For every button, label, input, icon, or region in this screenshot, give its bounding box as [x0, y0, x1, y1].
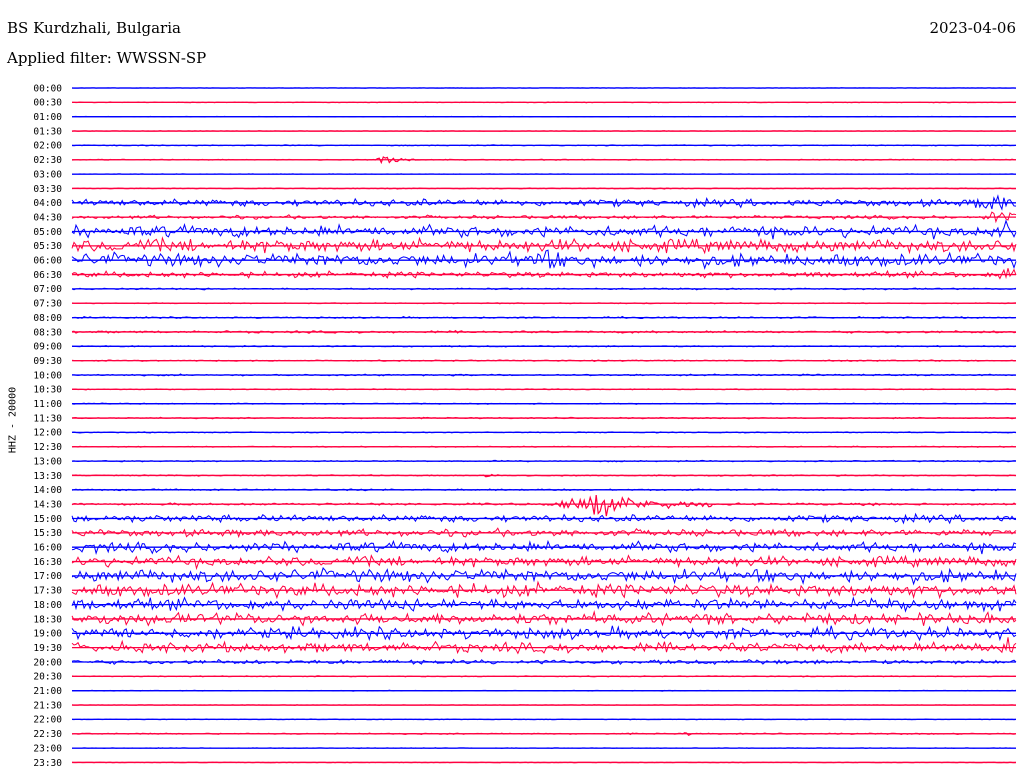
time-tick-label: 15:00 [33, 514, 62, 525]
time-tick-label: 02:30 [33, 155, 62, 166]
time-tick-label: 18:30 [33, 614, 62, 625]
time-tick-label: 13:30 [33, 471, 62, 482]
time-tick-label: 15:30 [33, 528, 62, 539]
time-tick-label: 08:00 [33, 313, 62, 324]
seismogram-trace [71, 637, 1017, 655]
time-tick-label: 11:00 [33, 399, 62, 410]
time-tick-label: 02:00 [33, 141, 62, 152]
time-tick-label: 05:00 [33, 227, 62, 238]
time-tick-label: 19:00 [33, 629, 62, 640]
time-tick-label: 10:00 [33, 370, 62, 381]
time-tick-label: 16:00 [33, 543, 62, 554]
time-tick-label: 08:30 [33, 327, 62, 338]
time-tick-label: 06:00 [33, 256, 62, 267]
time-tick-label: 23:30 [33, 758, 62, 769]
time-tick-labels: 00:00 00:30 01:00 01:30 02:00 02:30 03:00 03:30… [33, 83, 62, 768]
time-tick-label: 03:30 [33, 184, 62, 195]
time-tick-label: 23:00 [33, 743, 62, 754]
time-tick-label: 01:30 [33, 126, 62, 137]
time-tick-label: 05:30 [33, 241, 62, 252]
seismogram-trace [71, 219, 1017, 240]
time-tick-label: 06:30 [33, 270, 62, 281]
time-tick-label: 14:00 [33, 485, 62, 496]
seismogram-trace [71, 268, 1017, 280]
time-tick-label: 16:30 [33, 557, 62, 568]
time-tick-label: 11:30 [33, 413, 62, 424]
seismogram-trace [71, 249, 1017, 270]
time-tick-label: 07:30 [33, 299, 62, 310]
time-tick-label: 20:00 [33, 657, 62, 668]
time-tick-label: 21:30 [33, 700, 62, 711]
time-tick-label: 09:30 [33, 356, 62, 367]
seismogram-traces [71, 87, 1017, 764]
time-tick-label: 10:30 [33, 385, 62, 396]
time-tick-label: 12:30 [33, 442, 62, 453]
time-tick-label: 03:00 [33, 169, 62, 180]
time-tick-label: 04:30 [33, 212, 62, 223]
time-tick-label: 00:30 [33, 98, 62, 109]
time-tick-label: 14:30 [33, 499, 62, 510]
time-tick-label: 21:00 [33, 686, 62, 697]
time-tick-label: 19:30 [33, 643, 62, 654]
seismogram-plot: 00:00 00:30 01:00 01:30 02:00 02:30 03:00 03:30… [33, 83, 1017, 769]
time-tick-label: 18:00 [33, 600, 62, 611]
time-tick-label: 09:00 [33, 342, 62, 353]
time-tick-label: 17:00 [33, 571, 62, 582]
time-tick-label: 07:00 [33, 284, 62, 295]
seismogram-trace [71, 495, 1017, 517]
time-tick-label: 13:00 [33, 456, 62, 467]
time-tick-label: 22:00 [33, 715, 62, 726]
time-tick-label: 17:30 [33, 586, 62, 597]
time-tick-label: 00:00 [33, 83, 62, 94]
time-tick-label: 04:00 [33, 198, 62, 209]
time-tick-label: 01:00 [33, 112, 62, 123]
time-tick-label: 20:30 [33, 672, 62, 683]
time-tick-label: 22:30 [33, 729, 62, 740]
time-tick-label: 12:00 [33, 428, 62, 439]
